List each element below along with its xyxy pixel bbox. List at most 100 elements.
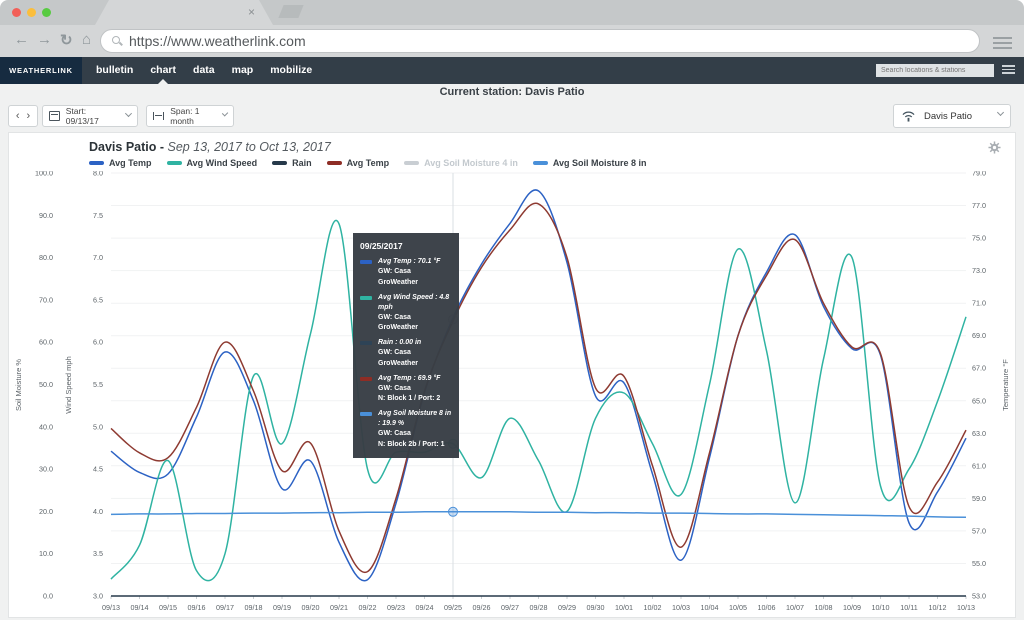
app-navbar: WEATHERLINK bulletin chart datamap mobilize (0, 57, 1024, 84)
tooltip-swatch (360, 377, 372, 381)
y-axis-tick-label: 7.5 (93, 211, 103, 220)
x-axis-label: 09/25 (444, 603, 462, 612)
nav-item-data[interactable]: data (193, 57, 215, 84)
series-avg-soil-moisture-8-in (111, 512, 966, 518)
new-tab-button[interactable] (278, 5, 303, 18)
prev-button[interactable]: ‹ (16, 110, 20, 122)
calendar-icon (49, 111, 60, 121)
weatherlink-logo[interactable]: WEATHERLINK (0, 57, 82, 84)
chart-card: Davis Patio - Sep 13, 2017 to Oct 13, 20… (8, 132, 1016, 618)
tooltip-swatch (360, 341, 372, 345)
chart-title: Davis Patio - Sep 13, 2017 to Oct 13, 20… (89, 140, 331, 154)
legend-item-avg-soil-moisture-8-in[interactable]: Avg Soil Moisture 8 in (533, 158, 647, 168)
legend-label: Avg Temp (347, 158, 390, 168)
gear-icon[interactable] (988, 141, 1001, 154)
nav-item-mobilize[interactable]: mobilize (270, 57, 312, 84)
legend-item-avg-wind-speed[interactable]: Avg Wind Speed (167, 158, 258, 168)
y-axis-tick-label: 8.0 (93, 171, 103, 178)
y-axis-tick-label: 57.0 (972, 526, 986, 535)
station-wifi-icon (901, 110, 916, 122)
x-axis-label: 10/02 (644, 603, 662, 612)
span-icon (153, 112, 164, 120)
axis-title: Soil Moisture % (14, 359, 23, 411)
chevron-down-icon (997, 109, 1004, 116)
y-axis-tick-label: 4.0 (93, 507, 103, 516)
x-axis-label: 10/11 (900, 603, 917, 612)
tooltip-entry: Rain : 0.00 inGW: CasaGroWeather (360, 338, 452, 368)
y-axis-tick-label: 59.0 (972, 494, 986, 503)
y-axis-tick-label: 65.0 (972, 396, 986, 405)
x-axis-label: 09/16 (188, 603, 206, 612)
minimize-window-button[interactable] (27, 8, 36, 17)
maximize-window-button[interactable] (42, 8, 51, 17)
x-axis-label: 09/13 (102, 603, 120, 612)
next-button[interactable]: › (27, 110, 31, 122)
browser-menu-icon[interactable] (993, 37, 1012, 49)
y-axis-tick-label: 6.0 (93, 338, 103, 347)
nav-item-map[interactable]: map (232, 57, 254, 84)
x-axis-label: 09/20 (302, 603, 320, 612)
y-axis-tick-label: 10.0 (39, 549, 53, 558)
x-axis-label: 10/01 (615, 603, 633, 612)
series-avg-temp (111, 203, 966, 572)
legend-item-avg-temp[interactable]: Avg Temp (327, 158, 390, 168)
search-icon (112, 36, 120, 44)
x-axis-label: 09/26 (473, 603, 491, 612)
chart-tooltip: 09/25/2017 Avg Temp : 70.1 °FGW: CasaGro… (353, 233, 459, 458)
address-bar[interactable] (100, 29, 980, 53)
current-station-label: Current station: Davis Patio (0, 86, 1024, 98)
tooltip-date: 09/25/2017 (360, 240, 452, 252)
browser-tab-strip: × (0, 0, 1024, 25)
y-axis-tick-label: 60.0 (39, 338, 53, 347)
y-axis-tick-label: 70.0 (39, 295, 53, 304)
tab-close-icon[interactable]: × (248, 5, 255, 19)
x-axis-label: 10/07 (786, 603, 804, 612)
legend-label: Rain (292, 158, 312, 168)
legend-swatch (404, 161, 419, 165)
forward-button[interactable]: → (37, 31, 52, 48)
refresh-button[interactable]: ↻ (60, 31, 73, 49)
hover-marker (449, 507, 458, 516)
y-axis-tick-label: 55.0 (972, 559, 986, 568)
url-input[interactable] (129, 30, 959, 52)
nav-item-bulletin[interactable]: bulletin (96, 57, 133, 84)
y-axis-tick-label: 79.0 (972, 171, 986, 178)
x-axis-label: 09/27 (501, 603, 519, 612)
legend-label: Avg Wind Speed (187, 158, 258, 168)
station-list-icon[interactable] (1002, 65, 1015, 76)
start-date-dropdown[interactable]: Start: 09/13/17 (42, 105, 138, 127)
span-dropdown[interactable]: Span: 1 month (146, 105, 234, 127)
home-button[interactable]: ⌂ (82, 31, 91, 48)
nav-menu: bulletin chart datamap mobilize (96, 57, 312, 84)
tooltip-entry: Avg Temp : 69.9 °FGW: CasaN: Block 1 / P… (360, 374, 452, 404)
chevron-down-icon (125, 110, 132, 117)
back-button[interactable]: ← (14, 31, 29, 48)
x-axis-label: 10/13 (957, 603, 975, 612)
y-axis-tick-label: 77.0 (972, 201, 986, 210)
browser-tab[interactable] (95, 0, 273, 25)
x-axis-label: 09/23 (387, 603, 405, 612)
legend-item-rain[interactable]: Rain (272, 158, 312, 168)
nav-item-chart[interactable]: chart (150, 57, 176, 84)
legend-swatch (167, 161, 182, 165)
legend-swatch (89, 161, 104, 165)
station-search-input[interactable] (876, 64, 994, 77)
y-axis-tick-label: 7.0 (93, 253, 103, 262)
close-window-button[interactable] (12, 8, 21, 17)
legend-item-avg-temp[interactable]: Avg Temp (89, 158, 152, 168)
x-axis-label: 09/18 (245, 603, 263, 612)
station-selector[interactable]: Davis Patio (893, 104, 1011, 128)
y-axis-tick-label: 4.5 (93, 465, 103, 474)
tooltip-entry: Avg Wind Speed : 4.8 mphGW: CasaGroWeath… (360, 293, 452, 334)
x-axis-label: 09/17 (216, 603, 234, 612)
chart-title-range: Sep 13, 2017 to Oct 13, 2017 (168, 140, 331, 154)
y-axis-tick-label: 30.0 (39, 465, 53, 474)
legend-item-avg-soil-moisture-4-in[interactable]: Avg Soil Moisture 4 in (404, 158, 518, 168)
x-axis-label: 10/04 (701, 603, 719, 612)
x-axis-label: 09/15 (159, 603, 177, 612)
chart-plot-area[interactable]: 09/1309/1409/1509/1609/1709/1809/1909/20… (9, 171, 1017, 619)
y-axis-tick-label: 61.0 (972, 461, 986, 470)
x-axis-label: 09/28 (530, 603, 548, 612)
x-axis-label: 10/10 (872, 603, 890, 612)
y-axis-tick-label: 63.0 (972, 429, 986, 438)
